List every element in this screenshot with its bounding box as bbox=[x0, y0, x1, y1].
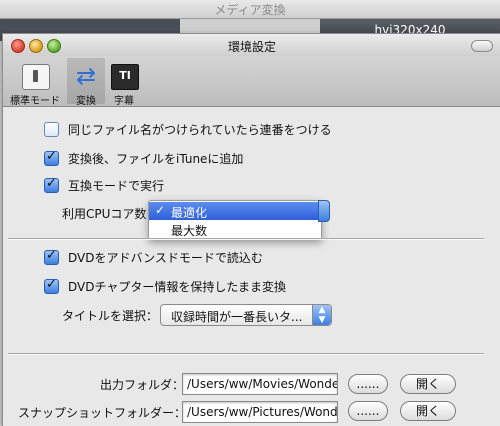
convert-arrows-icon: ⇄ bbox=[75, 62, 97, 90]
checkmark-icon: ✓ bbox=[155, 203, 166, 217]
cpu-option-optimize-label: 最適化 bbox=[171, 206, 208, 220]
background-window-title: メディア変換 bbox=[214, 3, 286, 17]
add-to-itunes-checkbox[interactable] bbox=[44, 149, 59, 166]
tab-convert[interactable]: ⇄ 変換 bbox=[67, 58, 105, 107]
snapshot-folder-field[interactable]: /Users/ww/Pictures/Wond bbox=[182, 401, 338, 423]
compat-mode-label: 互換モードで実行 bbox=[68, 179, 165, 193]
output-open-button[interactable]: 開く bbox=[400, 374, 456, 394]
output-folder-field[interactable]: /Users/ww/Movies/Wonde bbox=[182, 373, 338, 395]
option-dvd-advanced[interactable]: DVDをアドバンスドモードで読込む bbox=[44, 248, 263, 266]
tab-subtitles[interactable]: TI 字幕 bbox=[107, 58, 141, 107]
cpu-option-optimize[interactable]: ✓ 最適化 bbox=[149, 202, 321, 220]
cpu-option-max-label: 最大数 bbox=[171, 224, 208, 238]
same-name-serial-label: 同じファイル名がつけられていたら連番をつける bbox=[68, 123, 332, 137]
same-name-serial-checkbox[interactable] bbox=[44, 122, 59, 137]
option-same-name-serial[interactable]: 同じファイル名がつけられていたら連番をつける bbox=[44, 121, 332, 138]
window-titlebar: 環境設定 bbox=[3, 34, 500, 56]
window-title: 環境設定 bbox=[227, 40, 276, 54]
snapshot-folder-label: スナップショットフォルダー： bbox=[18, 406, 187, 420]
dvd-advanced-label: DVDをアドバンスドモードで読込む bbox=[68, 251, 263, 265]
tab-standard-mode-label: 標準モード bbox=[10, 96, 60, 107]
preferences-toolbar: 標準モード ⇄ 変換 TI 字幕 bbox=[3, 56, 500, 107]
popup-arrow-icon bbox=[318, 200, 330, 222]
output-folder-path: /Users/ww/Movies/Wonde bbox=[187, 377, 338, 391]
dvd-advanced-checkbox[interactable] bbox=[44, 248, 59, 265]
tab-standard-mode[interactable]: 標準モード bbox=[5, 58, 65, 107]
output-browse-button[interactable]: ...... bbox=[348, 374, 388, 394]
cpu-cores-popup-menu[interactable]: ✓ 最適化 最大数 bbox=[148, 200, 322, 240]
snapshot-folder-path: /Users/ww/Pictures/Wond bbox=[187, 405, 338, 419]
tab-subtitles-label: 字幕 bbox=[114, 96, 134, 107]
title-select[interactable]: 収録時間が一番長いタ... ▲ ▼ bbox=[160, 304, 332, 326]
snapshot-open-button[interactable]: 開く bbox=[400, 401, 456, 421]
option-add-to-itunes[interactable]: 変換後、ファイルをiTuneに追加 bbox=[44, 149, 244, 167]
option-compat-mode[interactable]: 互換モードで実行 bbox=[44, 176, 165, 194]
add-to-itunes-label: 変換後、ファイルをiTuneに追加 bbox=[68, 152, 244, 166]
cpu-option-max[interactable]: 最大数 bbox=[149, 220, 321, 238]
stepper-arrows-icon: ▲ ▼ bbox=[312, 305, 331, 325]
title-select-label: タイトルを選択： bbox=[62, 309, 159, 323]
option-dvd-chapters[interactable]: DVDチャプター情報を保持したまま変換 bbox=[44, 277, 286, 295]
dvd-chapters-checkbox[interactable] bbox=[44, 277, 59, 294]
output-folder-label: 出力フォルダ： bbox=[100, 378, 185, 392]
separator bbox=[8, 238, 484, 240]
snapshot-browse-button[interactable]: ...... bbox=[348, 401, 388, 421]
switch-icon bbox=[22, 64, 50, 90]
compat-mode-checkbox[interactable] bbox=[44, 176, 59, 193]
title-select-value: 収録時間が一番長いタ... bbox=[171, 310, 303, 324]
cpu-cores-label: 利用CPUコア数 bbox=[62, 207, 147, 221]
separator bbox=[8, 353, 484, 355]
tab-convert-label: 変換 bbox=[76, 96, 96, 107]
background-titlebar: メディア変換 bbox=[0, 0, 500, 19]
toolbar-toggle-button[interactable] bbox=[471, 40, 493, 52]
subtitle-icon: TI bbox=[111, 64, 139, 90]
dvd-chapters-label: DVDチャプター情報を保持したまま変換 bbox=[68, 280, 286, 294]
